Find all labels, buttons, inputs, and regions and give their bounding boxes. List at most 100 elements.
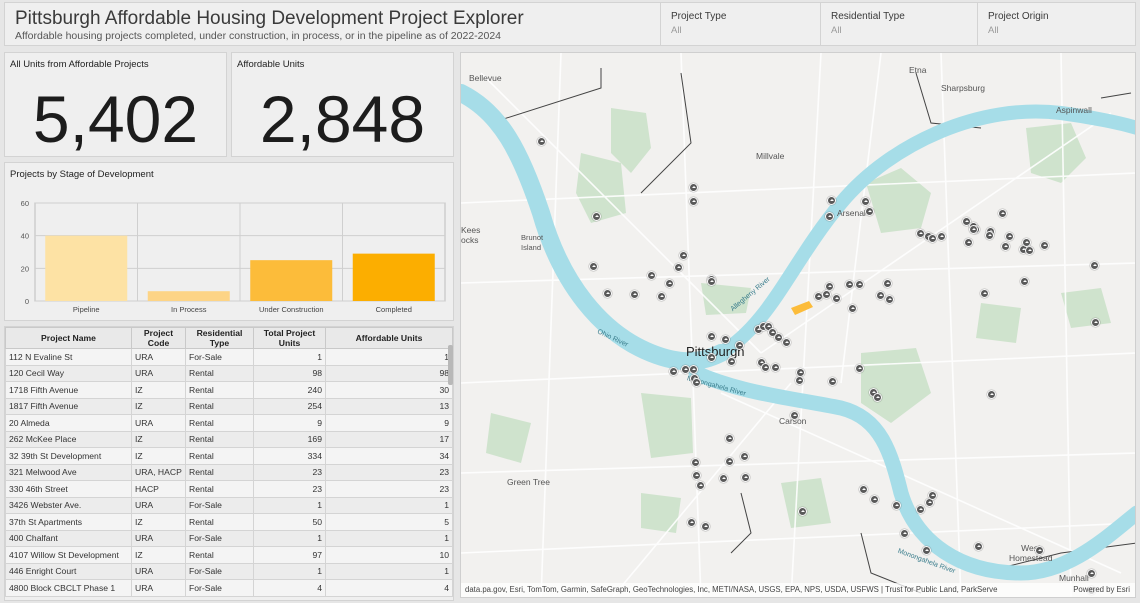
table-row[interactable]: 262 McKee Place IZ Rental 169 17	[5, 430, 453, 448]
table-row[interactable]: 4107 Willow St Development IZ Rental 97 10	[5, 546, 453, 564]
table-row[interactable]: 3426 Webster Ave. URA For-Sale 1 1	[5, 496, 453, 514]
house-icon[interactable]	[657, 292, 666, 301]
house-icon[interactable]	[980, 289, 989, 298]
house-icon[interactable]	[689, 197, 698, 206]
column-header[interactable]: Project Code	[131, 327, 186, 349]
table-row[interactable]: 1718 Fifth Avenue IZ Rental 240 30	[5, 381, 453, 399]
house-icon[interactable]	[1035, 546, 1044, 555]
house-icon[interactable]	[740, 452, 749, 461]
bar-completed[interactable]	[352, 253, 435, 301]
house-icon[interactable]	[848, 304, 857, 313]
table-scrollbar[interactable]	[448, 345, 453, 385]
house-icon[interactable]	[689, 183, 698, 192]
house-icon[interactable]	[725, 457, 734, 466]
column-header[interactable]: Project Name	[5, 327, 132, 349]
house-icon[interactable]	[885, 295, 894, 304]
house-icon[interactable]	[798, 507, 807, 516]
house-icon[interactable]	[589, 262, 598, 271]
table-row[interactable]: 37th St Apartments IZ Rental 50 5	[5, 513, 453, 531]
house-icon[interactable]	[630, 290, 639, 299]
house-icon[interactable]	[876, 291, 885, 300]
house-icon[interactable]	[1025, 246, 1034, 255]
house-icon[interactable]	[665, 279, 674, 288]
house-icon[interactable]	[855, 280, 864, 289]
house-icon[interactable]	[647, 271, 656, 280]
filter-project-origin[interactable]: Project Origin All	[977, 3, 1135, 45]
house-icon[interactable]	[1040, 241, 1049, 250]
house-icon[interactable]	[771, 363, 780, 372]
house-icon[interactable]	[707, 353, 716, 362]
house-icon[interactable]	[1091, 318, 1100, 327]
project-map[interactable]: Bellevue Etna Sharpsburg Aspinwall Millv…	[460, 52, 1136, 598]
house-icon[interactable]	[669, 367, 678, 376]
house-icon[interactable]	[998, 209, 1007, 218]
table-row[interactable]: 4800 Block CBCLT Phase 1 URA For-Sale 4 4	[5, 579, 453, 597]
house-icon[interactable]	[1020, 277, 1029, 286]
house-icon[interactable]	[827, 196, 836, 205]
bar-under-construction[interactable]	[250, 260, 333, 301]
table-row[interactable]: 32 39th St Development IZ Rental 334 34	[5, 447, 453, 465]
table-row[interactable]: 120 Cecil Way URA Rental 98 98	[5, 364, 453, 382]
table-row[interactable]: 20 Almeda URA Rental 9 9	[5, 414, 453, 432]
bar-in-process[interactable]	[147, 291, 230, 301]
house-icon[interactable]	[873, 393, 882, 402]
house-icon[interactable]	[855, 364, 864, 373]
house-icon[interactable]	[985, 231, 994, 240]
house-icon[interactable]	[761, 363, 770, 372]
house-icon[interactable]	[859, 485, 868, 494]
column-header[interactable]: Residential Type	[185, 327, 254, 349]
house-icon[interactable]	[937, 232, 946, 241]
filter-project-type[interactable]: Project Type All	[660, 3, 820, 45]
house-icon[interactable]	[987, 390, 996, 399]
house-icon[interactable]	[928, 234, 937, 243]
house-icon[interactable]	[964, 238, 973, 247]
house-icon[interactable]	[725, 434, 734, 443]
house-icon[interactable]	[692, 471, 701, 480]
house-icon[interactable]	[707, 332, 716, 341]
table-row[interactable]: 330 46th Street HACP Rental 23 23	[5, 480, 453, 498]
house-icon[interactable]	[696, 481, 705, 490]
table-row[interactable]: 112 N Evaline St URA For-Sale 1 1	[5, 348, 453, 366]
house-icon[interactable]	[701, 522, 710, 531]
table-row[interactable]: 446 Enright Court URA For-Sale 1 1	[5, 562, 453, 580]
house-icon[interactable]	[795, 376, 804, 385]
house-icon[interactable]	[691, 458, 700, 467]
column-header[interactable]: Total Project Units	[253, 327, 326, 349]
house-icon[interactable]	[883, 279, 892, 288]
house-icon[interactable]	[928, 491, 937, 500]
house-icon[interactable]	[900, 529, 909, 538]
house-icon[interactable]	[1090, 261, 1099, 270]
house-icon[interactable]	[969, 225, 978, 234]
house-icon[interactable]	[922, 546, 931, 555]
house-icon[interactable]	[1001, 242, 1010, 251]
house-icon[interactable]	[735, 341, 744, 350]
house-icon[interactable]	[1087, 569, 1096, 578]
house-icon[interactable]	[719, 474, 728, 483]
house-icon[interactable]	[603, 289, 612, 298]
house-icon[interactable]	[865, 207, 874, 216]
house-icon[interactable]	[681, 365, 690, 374]
house-icon[interactable]	[916, 505, 925, 514]
house-icon[interactable]	[861, 197, 870, 206]
house-icon[interactable]	[592, 212, 601, 221]
house-icon[interactable]	[790, 411, 799, 420]
house-icon[interactable]	[537, 137, 546, 146]
column-header[interactable]: Affordable Units	[325, 327, 453, 349]
house-icon[interactable]	[1005, 232, 1014, 241]
table-row[interactable]: 321 Melwood Ave URA, HACP Rental 23 23	[5, 463, 453, 481]
table-row[interactable]: 400 Chalfant URA For-Sale 1 1	[5, 529, 453, 547]
house-icon[interactable]	[974, 542, 983, 551]
house-icon[interactable]	[721, 335, 730, 344]
powered-by-esri[interactable]: Powered by Esri	[1073, 585, 1130, 594]
house-icon[interactable]	[674, 263, 683, 272]
house-icon[interactable]	[825, 212, 834, 221]
bar-pipeline[interactable]	[45, 235, 128, 301]
house-icon[interactable]	[832, 294, 841, 303]
table-row[interactable]: 1817 Fifth Avenue IZ Rental 254 13	[5, 397, 453, 415]
house-icon[interactable]	[828, 377, 837, 386]
filter-residential-type[interactable]: Residential Type All	[820, 3, 977, 45]
house-icon[interactable]	[892, 501, 901, 510]
house-icon[interactable]	[741, 473, 750, 482]
house-icon[interactable]	[822, 290, 831, 299]
house-icon[interactable]	[689, 365, 698, 374]
